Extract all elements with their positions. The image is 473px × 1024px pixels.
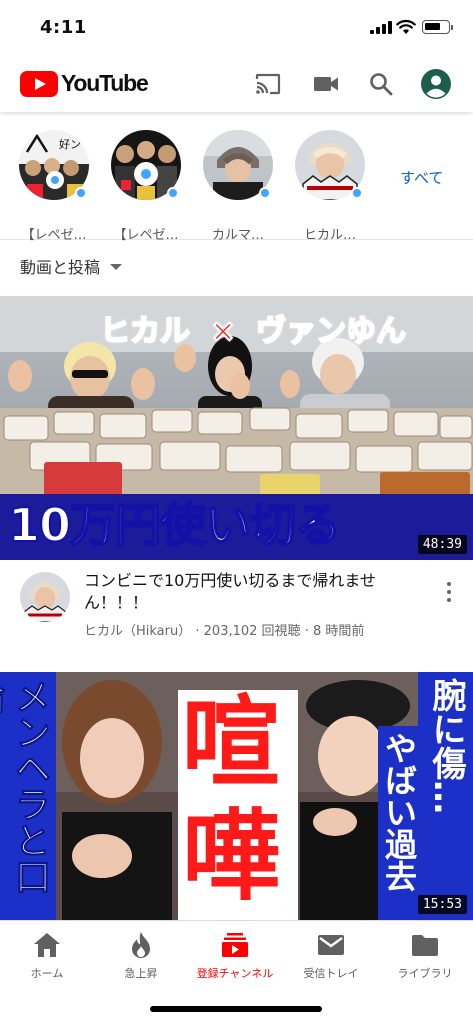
nav-label: 登録チャンネル	[196, 967, 274, 980]
thumbnail-text-right-2: やばい過去	[380, 732, 418, 892]
thumbnail-text-name-1: ヒカル	[99, 313, 191, 350]
inbox-icon	[316, 931, 346, 959]
nav-label: ライブラリ	[397, 967, 453, 980]
channel-item[interactable]: ヒカル…	[290, 130, 370, 243]
new-content-dot	[167, 187, 179, 199]
subscriptions-icon	[220, 931, 250, 959]
search-icon[interactable]	[366, 69, 396, 99]
content-filter-dropdown[interactable]: 動画と投稿	[20, 254, 123, 278]
cellular-signal-icon	[370, 21, 392, 34]
channel-name: 【レペゼ…	[113, 228, 179, 243]
see-all-link[interactable]: すべて	[400, 167, 443, 188]
account-icon[interactable]	[421, 69, 451, 99]
youtube-logo[interactable]: YouTube	[20, 70, 149, 97]
new-content-dot	[351, 187, 363, 199]
chevron-down-icon	[110, 264, 123, 270]
youtube-play-icon	[20, 70, 58, 97]
video-view-count: 203,102 回視聴	[203, 624, 301, 639]
cast-icon[interactable]	[253, 69, 283, 99]
home-icon	[32, 931, 62, 959]
new-content-dot	[75, 187, 87, 199]
more-options-icon[interactable]	[444, 580, 454, 604]
thumbnail-text-left: メンヘラと口論	[0, 678, 51, 895]
youtube-logo-text: YouTube	[61, 70, 149, 96]
video-thumbnail[interactable]: メンヘラと口論 喧 嘩 腕に傷… やばい過去 15:53	[0, 672, 473, 920]
video-upload-age: 8 時間前	[312, 624, 365, 639]
nav-label: 急上昇	[124, 967, 158, 980]
channel-name: ヒカル…	[303, 228, 356, 243]
separator-dot: ·	[195, 624, 204, 639]
thumbnail-text-center-1: 喧	[182, 686, 281, 800]
channel-name: 【レペゼ…	[21, 228, 87, 243]
battery-icon	[422, 20, 453, 34]
channel-avatar[interactable]	[20, 572, 70, 622]
wifi-icon	[396, 19, 416, 34]
separator-dot: ·	[304, 624, 313, 639]
library-icon	[410, 931, 440, 959]
status-time: 4:11	[40, 17, 87, 38]
channel-item[interactable]: 好ン 【レペゼ…	[14, 130, 94, 243]
trending-icon	[126, 931, 156, 959]
video-meta: コンビニで10万円使い切るまで帰れません！！！ ヒカル（Hikaru） · 20…	[0, 560, 473, 656]
filter-label: 動画と投稿	[20, 258, 101, 277]
nav-item-home[interactable]: ホーム	[0, 931, 94, 981]
video-title[interactable]: コンビニで10万円使い切るまで帰れません！！！	[84, 570, 424, 614]
subscribed-channels-row: 好ン 【レペゼ… 【レペゼ… カルマ… ヒカル… すべて	[0, 112, 473, 243]
channel-item[interactable]: カルマ…	[198, 130, 278, 243]
nav-label: ホーム	[30, 967, 64, 980]
nav-label: 受信トレイ	[303, 967, 359, 980]
camera-icon[interactable]	[311, 69, 341, 99]
svg-text:好ン: 好ン	[59, 137, 81, 151]
thumbnail-text-cross: ×	[209, 313, 236, 350]
thumbnail-title-bottom: 10万円使い切る	[7, 497, 342, 553]
home-indicator[interactable]	[150, 1006, 322, 1012]
video-subtitle: ヒカル（Hikaru） · 203,102 回視聴 · 8 時間前	[84, 620, 364, 639]
channel-item[interactable]: 【レペゼ…	[106, 130, 186, 243]
nav-item-trending[interactable]: 急上昇	[94, 931, 188, 981]
video-thumbnail[interactable]: ヒカル × ヴァンゆん 10万円使い切る 48:39	[0, 296, 473, 560]
nav-item-library[interactable]: ライブラリ	[378, 931, 472, 981]
app-bar: YouTube	[0, 56, 473, 112]
video-channel-name[interactable]: ヒカル（Hikaru）	[84, 624, 191, 639]
nav-item-inbox[interactable]: 受信トレイ	[284, 931, 378, 981]
video-duration: 48:39	[417, 535, 467, 554]
thumbnail-text-name-2: ヴァンゆん	[255, 313, 407, 350]
video-duration: 15:53	[417, 895, 467, 914]
status-bar: 4:11	[0, 0, 473, 56]
thumbnail-text-center-2: 嘩	[182, 800, 281, 914]
nav-item-subscriptions[interactable]: 登録チャンネル	[188, 931, 282, 981]
channel-name: カルマ…	[211, 228, 264, 243]
thumbnail-title-top: ヒカル × ヴァンゆん	[99, 306, 407, 350]
new-content-dot	[259, 187, 271, 199]
thumbnail-text-right-1: 腕に傷…	[426, 678, 466, 814]
